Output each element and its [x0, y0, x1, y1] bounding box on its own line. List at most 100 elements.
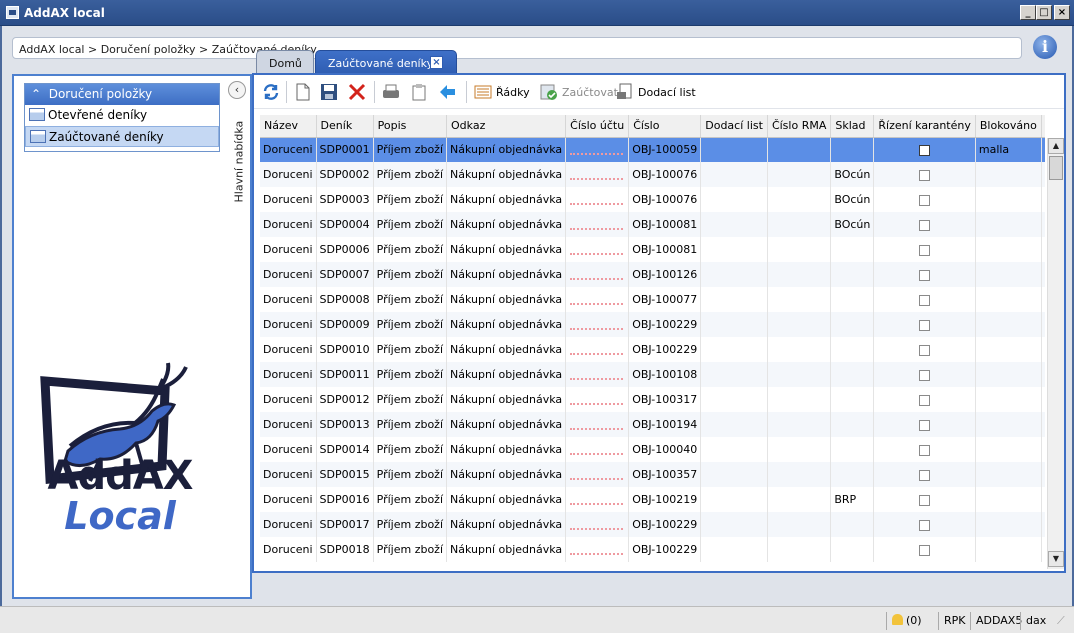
table-cell[interactable]: Příjem zboží — [373, 512, 448, 537]
table-cell[interactable]: Příjem zboží — [373, 162, 448, 187]
table-cell[interactable] — [700, 262, 768, 287]
table-cell[interactable]: Příjem zboží — [373, 337, 448, 362]
column-header[interactable]: Blokováno — [975, 115, 1042, 138]
quarantine-checkbox[interactable] — [919, 444, 931, 456]
table-cell[interactable]: SDP0001 — [316, 137, 374, 162]
table-row[interactable]: Doruceni SDP0011 Příjem zboží Nákupní objed… — [260, 362, 1045, 387]
table-cell[interactable] — [830, 512, 875, 537]
table-cell[interactable]: SDP0009 — [316, 312, 374, 337]
table-cell[interactable]: 2/24/2010 — [1041, 487, 1045, 512]
table-row[interactable]: Doruceni SDP0008 Příjem zboží Nákupní objed… — [260, 287, 1045, 312]
table-cell[interactable] — [975, 312, 1042, 337]
table-cell[interactable] — [565, 512, 630, 537]
table-cell[interactable]: Příjem zboží — [373, 462, 448, 487]
table-cell[interactable]: Doruceni — [260, 262, 317, 287]
table-cell[interactable]: 2/18/2010 — [1041, 337, 1045, 362]
table-row[interactable]: Doruceni SDP0013 Příjem zboží Nákupní objed… — [260, 412, 1045, 437]
table-cell[interactable]: Nákupní objednávka — [446, 137, 567, 162]
quarantine-checkbox[interactable] — [919, 519, 931, 531]
table-row[interactable]: Doruceni SDP0002 Příjem zboží Nákupní objed… — [260, 162, 1045, 187]
table-cell[interactable] — [767, 262, 832, 287]
table-cell[interactable]: Příjem zboží — [373, 262, 448, 287]
post-button[interactable]: Zaúčtovat — [540, 83, 618, 103]
table-cell[interactable] — [975, 287, 1042, 312]
table-row[interactable]: Doruceni SDP0016 Příjem zboží Nákupní objed… — [260, 487, 1045, 512]
table-cell[interactable]: 2/18/2010 — [1041, 362, 1045, 387]
table-cell[interactable] — [565, 162, 630, 187]
table-cell[interactable]: Nákupní objednávka — [446, 437, 567, 462]
column-header[interactable]: Dodací list — [700, 115, 768, 138]
table-cell[interactable] — [700, 212, 768, 237]
quarantine-checkbox[interactable] — [919, 194, 931, 206]
table-cell[interactable]: Doruceni — [260, 212, 317, 237]
table-cell[interactable] — [830, 387, 875, 412]
table-row[interactable]: Doruceni SDP0010 Příjem zboží Nákupní objed… — [260, 337, 1045, 362]
table-cell[interactable] — [873, 287, 976, 312]
table-cell[interactable]: OBJ-100126 — [628, 262, 702, 287]
table-cell[interactable]: 1/15/2010 — [1041, 162, 1045, 187]
quarantine-checkbox[interactable] — [919, 469, 931, 481]
table-cell[interactable]: Nákupní objednávka — [446, 312, 567, 337]
table-cell[interactable] — [873, 412, 976, 437]
table-cell[interactable]: Nákupní objednávka — [446, 462, 567, 487]
table-cell[interactable] — [975, 462, 1042, 487]
quarantine-checkbox[interactable] — [919, 319, 931, 331]
table-cell[interactable] — [565, 187, 630, 212]
table-cell[interactable] — [565, 337, 630, 362]
table-cell[interactable]: SDP0016 — [316, 487, 374, 512]
table-cell[interactable]: SDP0007 — [316, 262, 374, 287]
table-cell[interactable]: Doruceni — [260, 362, 317, 387]
table-cell[interactable]: Doruceni — [260, 437, 317, 462]
quarantine-checkbox[interactable] — [919, 244, 931, 256]
column-header[interactable]: Číslo RMA — [767, 115, 832, 138]
table-cell[interactable] — [975, 262, 1042, 287]
table-cell[interactable] — [873, 462, 976, 487]
table-cell[interactable] — [565, 387, 630, 412]
table-cell[interactable]: Nákupní objednávka — [446, 287, 567, 312]
table-cell[interactable] — [975, 337, 1042, 362]
collapse-pane-button[interactable]: ‹ — [228, 81, 246, 99]
table-cell[interactable]: Příjem zboží — [373, 362, 448, 387]
table-cell[interactable]: OBJ-100076 — [628, 162, 702, 187]
table-row[interactable]: Doruceni SDP0015 Příjem zboží Nákupní objed… — [260, 462, 1045, 487]
table-cell[interactable] — [700, 162, 768, 187]
table-cell[interactable]: BOcún — [830, 187, 875, 212]
table-cell[interactable]: 1/19/2010 — [1041, 212, 1045, 237]
table-cell[interactable] — [873, 262, 976, 287]
table-cell[interactable] — [975, 362, 1042, 387]
table-cell[interactable]: BOcún — [830, 212, 875, 237]
quarantine-checkbox[interactable] — [919, 144, 931, 156]
table-cell[interactable]: 2/18/2010 — [1041, 312, 1045, 337]
table-cell[interactable]: Doruceni — [260, 537, 317, 562]
table-cell[interactable]: Doruceni — [260, 287, 317, 312]
table-cell[interactable]: 1/15/2010 — [1041, 187, 1045, 212]
table-row[interactable]: Doruceni SDP0004 Příjem zboží Nákupní objed… — [260, 212, 1045, 237]
table-cell[interactable] — [565, 437, 630, 462]
table-row[interactable]: Doruceni SDP0007 Příjem zboží Nákupní objed… — [260, 262, 1045, 287]
table-cell[interactable] — [700, 337, 768, 362]
server-indicator[interactable]: ADDAX5 — [970, 612, 1027, 630]
table-cell[interactable] — [975, 437, 1042, 462]
quarantine-checkbox[interactable] — [919, 419, 931, 431]
table-cell[interactable] — [700, 237, 768, 262]
table-cell[interactable]: Doruceni — [260, 462, 317, 487]
quarantine-checkbox[interactable] — [919, 344, 931, 356]
column-header[interactable]: Číslo — [628, 115, 702, 138]
table-cell[interactable] — [975, 487, 1042, 512]
table-cell[interactable] — [767, 312, 832, 337]
company-indicator[interactable]: RPK — [938, 612, 971, 630]
table-cell[interactable]: Příjem zboží — [373, 212, 448, 237]
table-cell[interactable] — [767, 462, 832, 487]
table-cell[interactable]: Nákupní objednávka — [446, 162, 567, 187]
table-cell[interactable]: SDP0006 — [316, 237, 374, 262]
quarantine-checkbox[interactable] — [919, 219, 931, 231]
table-cell[interactable] — [565, 262, 630, 287]
table-cell[interactable]: Doruceni — [260, 137, 317, 162]
scroll-up-icon[interactable]: ▲ — [1048, 138, 1064, 154]
table-cell[interactable]: Příjem zboží — [373, 312, 448, 337]
main-menu-label[interactable]: Hlavní nabídka — [227, 106, 247, 206]
table-cell[interactable] — [565, 287, 630, 312]
table-cell[interactable] — [700, 412, 768, 437]
table-cell[interactable]: Příjem zboží — [373, 187, 448, 212]
minimize-button[interactable]: _ — [1020, 5, 1036, 20]
